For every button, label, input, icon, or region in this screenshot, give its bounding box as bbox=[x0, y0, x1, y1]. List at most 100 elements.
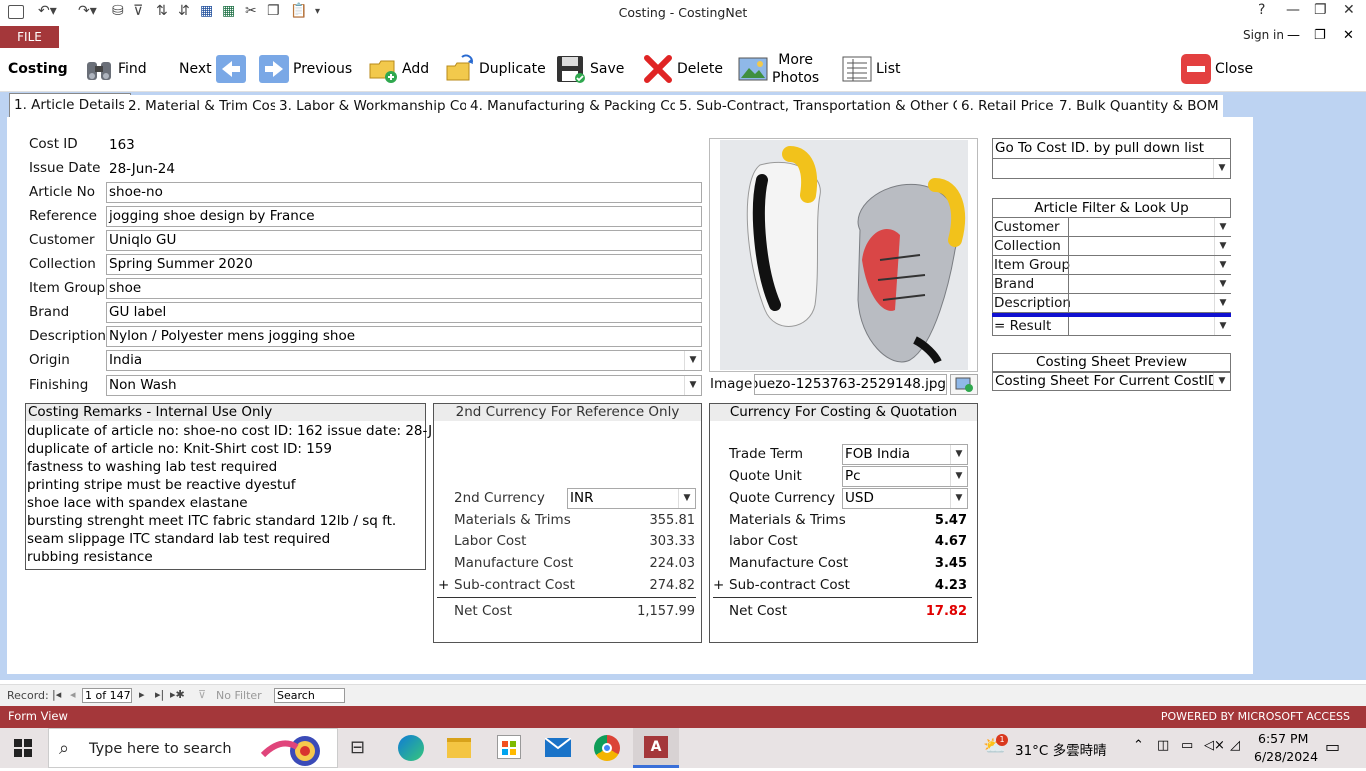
edge-browser-icon[interactable] bbox=[398, 735, 424, 761]
quote-currency-select[interactable]: USD ▼ bbox=[842, 488, 968, 509]
ribbon-close-icon[interactable]: ✕ bbox=[1343, 28, 1354, 43]
filter-brand-select[interactable]: ▼ bbox=[1068, 275, 1231, 293]
windows-start-icon[interactable] bbox=[14, 739, 32, 761]
sc-manufacture-label: Manufacture Cost bbox=[454, 555, 574, 571]
delete-button[interactable]: Delete bbox=[643, 48, 723, 90]
chevron-down-icon[interactable]: ▼ bbox=[1214, 256, 1231, 274]
access-taskbar-button[interactable]: A bbox=[633, 728, 679, 768]
network-icon[interactable]: ◿ bbox=[1230, 738, 1240, 753]
tab-labor-workmanship-cost[interactable]: 3. Labor & Workmanship Cost bbox=[275, 95, 484, 117]
new-record-icon[interactable]: ▸✱ bbox=[170, 688, 185, 701]
chevron-down-icon[interactable]: ▼ bbox=[1214, 317, 1231, 335]
filter-collection-select[interactable]: ▼ bbox=[1068, 237, 1231, 255]
weather-text[interactable]: 31°C 多雲時晴 bbox=[1015, 739, 1107, 759]
image-path-field[interactable]: rin-buezo-1253763-2529148.jpg bbox=[754, 374, 947, 395]
filter-result-select[interactable]: ▼ bbox=[1068, 317, 1231, 335]
second-currency-select[interactable]: INR ▼ bbox=[567, 488, 696, 509]
finishing-select[interactable]: Non Wash ▼ bbox=[106, 375, 702, 396]
sc-manufacture-value: 224.03 bbox=[649, 556, 696, 571]
next-button[interactable]: Next bbox=[179, 48, 246, 90]
preview-select[interactable]: Costing Sheet For Current CostID ▼ bbox=[992, 372, 1231, 391]
goto-select[interactable]: ▼ bbox=[992, 158, 1231, 179]
reference-field[interactable]: jogging shoe design by France bbox=[106, 206, 702, 227]
close-button[interactable]: Close bbox=[1181, 48, 1253, 90]
notification-icon[interactable]: ▭ bbox=[1325, 737, 1340, 756]
chevron-down-icon[interactable]: ▼ bbox=[678, 489, 695, 508]
browse-image-button[interactable] bbox=[950, 374, 978, 395]
remarks-textarea[interactable]: duplicate of article no: shoe-no cost ID… bbox=[25, 421, 471, 570]
meet-now-icon[interactable]: ◫ bbox=[1157, 738, 1169, 753]
record-label: Record: bbox=[7, 689, 49, 702]
battery-icon[interactable]: ▭ bbox=[1181, 738, 1193, 753]
clock-date[interactable]: 6/28/2024 bbox=[1254, 749, 1318, 764]
previous-record-icon[interactable]: ◂ bbox=[70, 688, 76, 701]
list-button[interactable]: List bbox=[842, 48, 900, 90]
filter-item-group-select[interactable]: ▼ bbox=[1068, 256, 1231, 274]
previous-button[interactable]: Previous bbox=[259, 48, 352, 90]
chevron-down-icon[interactable]: ▼ bbox=[1214, 237, 1231, 255]
chevron-down-icon[interactable]: ▼ bbox=[1214, 294, 1231, 312]
window-title: Costing - CostingNet bbox=[618, 5, 748, 20]
minimize-button[interactable]: — bbox=[1286, 2, 1300, 18]
remarks-header: Costing Remarks - Internal Use Only bbox=[25, 403, 426, 422]
save-button[interactable]: Save bbox=[556, 48, 624, 90]
no-filter-label[interactable]: No Filter bbox=[216, 689, 262, 702]
chevron-down-icon[interactable]: ▼ bbox=[1213, 159, 1230, 178]
arrow-left-icon bbox=[215, 54, 246, 84]
ribbon-minimize-icon[interactable]: — bbox=[1287, 28, 1300, 43]
brand-field[interactable]: GU label bbox=[106, 302, 702, 323]
chevron-down-icon[interactable]: ▼ bbox=[950, 489, 967, 508]
sign-in-link[interactable]: Sign in bbox=[1243, 28, 1284, 42]
tab-subcontract-transportation[interactable]: 5. Sub-Contract, Transportation & Other … bbox=[675, 95, 987, 117]
chevron-down-icon[interactable]: ▼ bbox=[684, 351, 701, 370]
tab-retail-price[interactable]: 6. Retail Price bbox=[957, 95, 1058, 117]
brand-label: Brand bbox=[29, 304, 70, 320]
product-photo[interactable] bbox=[720, 140, 968, 370]
current-record-field[interactable]: 1 of 147 bbox=[82, 688, 132, 703]
chrome-icon[interactable] bbox=[594, 735, 620, 761]
task-view-icon[interactable]: ⊟ bbox=[350, 737, 365, 758]
cost-id-value: 163 bbox=[109, 137, 135, 153]
tab-manufacturing-packing-cost[interactable]: 4. Manufacturing & Packing Cost bbox=[466, 95, 695, 117]
item-group-field[interactable]: shoe bbox=[106, 278, 702, 299]
article-no-field[interactable]: shoe-no bbox=[106, 182, 702, 203]
restore-button[interactable]: ❐ bbox=[1314, 2, 1327, 18]
more-photos-button[interactable]: More Photos bbox=[738, 48, 819, 90]
file-tab[interactable]: FILE bbox=[0, 26, 59, 48]
chevron-down-icon[interactable]: ▼ bbox=[1213, 373, 1230, 390]
chevron-down-icon[interactable]: ▼ bbox=[1214, 275, 1231, 293]
chevron-down-icon[interactable]: ▼ bbox=[950, 467, 967, 486]
last-record-icon[interactable]: ▸| bbox=[155, 688, 164, 701]
collection-field[interactable]: Spring Summer 2020 bbox=[106, 254, 702, 275]
mail-icon[interactable] bbox=[544, 737, 572, 757]
clock-time[interactable]: 6:57 PM bbox=[1258, 731, 1308, 746]
origin-select[interactable]: India ▼ bbox=[106, 350, 702, 371]
next-record-icon[interactable]: ▸ bbox=[139, 688, 145, 701]
customer-field[interactable]: Uniqlo GU bbox=[106, 230, 702, 251]
chevron-down-icon[interactable]: ▼ bbox=[684, 376, 701, 395]
ribbon-restore-icon[interactable]: ❐ bbox=[1314, 28, 1326, 43]
filter-customer-select[interactable]: ▼ bbox=[1068, 218, 1231, 236]
find-button[interactable]: Find bbox=[84, 48, 147, 90]
tab-material-trim-cost[interactable]: 2. Material & Trim Cost bbox=[124, 95, 287, 117]
file-explorer-icon[interactable] bbox=[447, 738, 471, 758]
chevron-down-icon[interactable]: ▼ bbox=[1214, 218, 1231, 236]
add-button[interactable]: Add bbox=[368, 48, 429, 90]
microsoft-store-icon[interactable] bbox=[497, 735, 521, 759]
taskbar-search-box[interactable]: ⌕ Type here to search bbox=[48, 728, 338, 768]
quote-unit-select[interactable]: Pc ▼ bbox=[842, 466, 968, 487]
tab-bulk-quantity-bom[interactable]: 7. Bulk Quantity & BOM bbox=[1055, 95, 1223, 117]
duplicate-button[interactable]: Duplicate bbox=[445, 48, 546, 90]
description-field[interactable]: Nylon / Polyester mens jogging shoe bbox=[106, 326, 702, 347]
tab-article-details[interactable]: 1. Article Details bbox=[9, 93, 131, 118]
collection-label: Collection bbox=[29, 256, 96, 272]
search-field[interactable]: Search bbox=[274, 688, 345, 703]
show-hidden-icons-icon[interactable]: ⌃ bbox=[1133, 738, 1144, 753]
close-window-button[interactable]: ✕ bbox=[1343, 2, 1355, 18]
chevron-down-icon[interactable]: ▼ bbox=[950, 445, 967, 464]
help-button[interactable]: ? bbox=[1258, 2, 1265, 18]
volume-icon[interactable]: ◁× bbox=[1204, 738, 1225, 753]
trade-term-select[interactable]: FOB India ▼ bbox=[842, 444, 968, 465]
first-record-icon[interactable]: |◂ bbox=[52, 688, 61, 701]
filter-description-select[interactable]: ▼ bbox=[1068, 294, 1231, 312]
